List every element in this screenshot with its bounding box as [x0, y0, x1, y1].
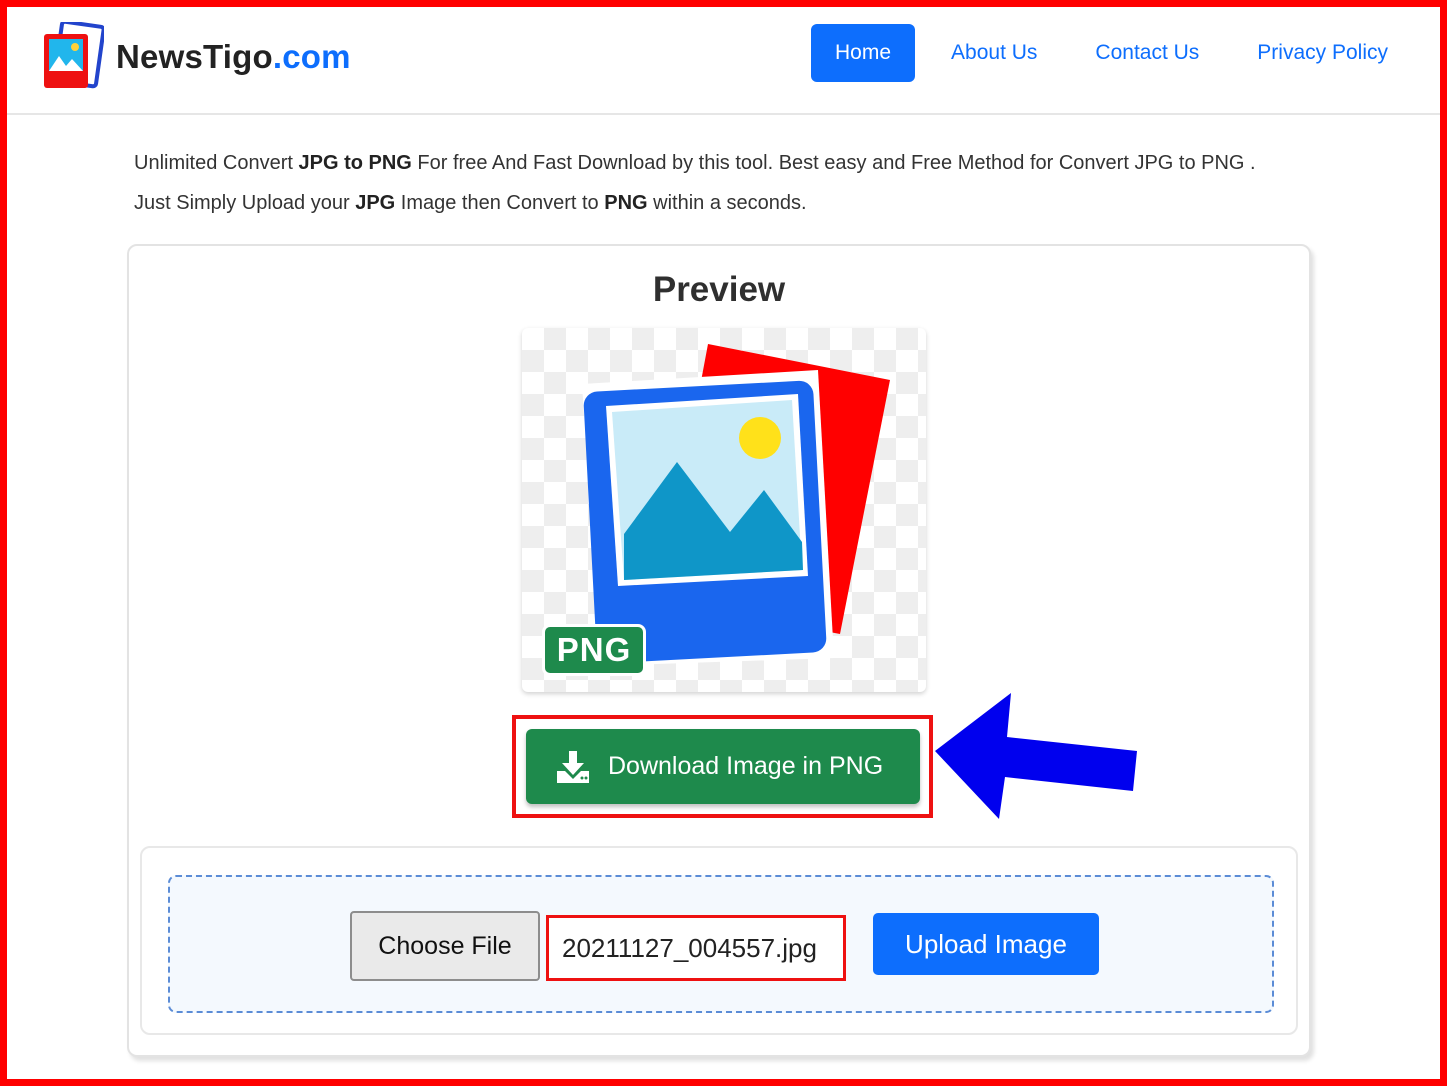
intro-line-2: Just Simply Upload your JPG Image then C… — [134, 183, 1334, 223]
nav-privacy-policy[interactable]: Privacy Policy — [1235, 24, 1410, 82]
left-arrow-annotation — [935, 693, 1137, 819]
navbar: NewsTigo.com Home About Us Contact Us Pr… — [7, 7, 1440, 115]
image-preview: PNG — [522, 328, 926, 692]
intro-text-part: For free And Fast Download by this tool.… — [411, 152, 1256, 174]
upload-dropzone[interactable]: Choose File 20211127_004557.jpg Upload I… — [168, 875, 1274, 1013]
nav-about-us[interactable]: About Us — [929, 24, 1059, 82]
choose-file-button[interactable]: Choose File — [350, 911, 540, 981]
brand-name: NewsTigo.com — [116, 38, 351, 76]
upload-panel: Choose File 20211127_004557.jpg Upload I… — [140, 846, 1298, 1035]
png-badge: PNG — [542, 624, 646, 676]
intro-text-part: Unlimited Convert — [134, 152, 299, 174]
main-nav: Home About Us Contact Us Privacy Policy — [797, 24, 1410, 82]
image-gallery-icon — [44, 22, 104, 89]
download-button-label: Download Image in PNG — [608, 752, 884, 780]
brand-name-main: NewsTigo — [116, 38, 273, 75]
intro-text-part: Just Simply Upload your — [134, 192, 356, 214]
nav-contact-us[interactable]: Contact Us — [1073, 24, 1221, 82]
brand-name-tld: .com — [272, 38, 351, 75]
converter-card: Preview PNG Download Image in PNG Choose… — [127, 244, 1311, 1057]
intro-text: Unlimited Convert JPG to PNG For free An… — [134, 143, 1334, 223]
intro-line-1: Unlimited Convert JPG to PNG For free An… — [134, 143, 1334, 183]
preview-title: Preview — [652, 270, 786, 309]
intro-text-bold: JPG — [355, 192, 396, 214]
intro-text-bold: JPG to PNG — [298, 152, 412, 174]
intro-text-part: within a seconds. — [647, 192, 807, 214]
brand[interactable]: NewsTigo.com — [40, 17, 351, 97]
selected-file-name: 20211127_004557.jpg — [546, 915, 846, 981]
nav-home[interactable]: Home — [811, 24, 916, 82]
upload-image-button[interactable]: Upload Image — [873, 913, 1099, 975]
download-png-button[interactable]: Download Image in PNG — [526, 729, 920, 804]
intro-text-bold: PNG — [604, 192, 648, 214]
download-icon — [557, 750, 589, 783]
intro-text-part: Image then Convert to — [395, 192, 605, 214]
